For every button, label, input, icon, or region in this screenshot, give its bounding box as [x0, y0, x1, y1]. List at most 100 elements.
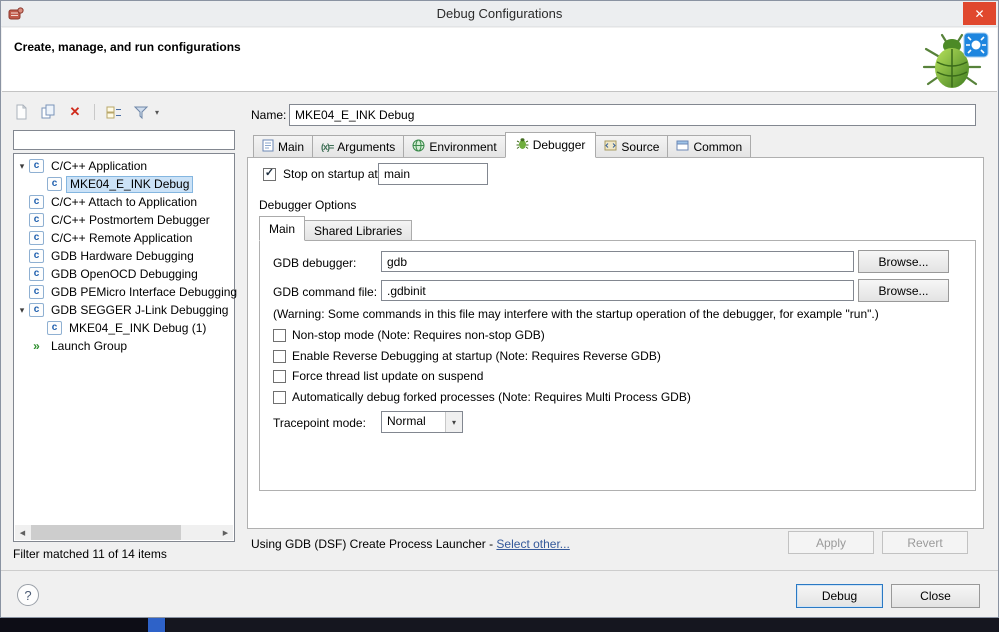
- stop-on-startup-checkbox[interactable]: ✓: [263, 168, 276, 181]
- c-application-icon: c: [29, 285, 44, 299]
- tab-environment[interactable]: Environment: [403, 135, 506, 158]
- page-title: Create, manage, and run configurations: [14, 40, 241, 54]
- tree-item-gdb-segger-jlink[interactable]: ▾ c GDB SEGGER J-Link Debugging: [15, 301, 233, 319]
- titlebar: Debug Configurations ✕: [1, 1, 998, 27]
- stop-on-startup-input[interactable]: [378, 163, 488, 185]
- c-application-icon: c: [29, 231, 44, 245]
- tree-item-gdb-openocd[interactable]: c GDB OpenOCD Debugging: [15, 265, 233, 283]
- arguments-tab-icon: (x)=: [321, 141, 334, 152]
- expander-icon[interactable]: ▾: [15, 161, 29, 172]
- non-stop-mode-label: Non-stop mode (Note: Requires non-stop G…: [292, 328, 545, 342]
- toolbar-separator: [94, 104, 95, 120]
- tab-arguments[interactable]: (x)= Arguments: [312, 135, 405, 158]
- c-application-icon: c: [29, 195, 44, 209]
- tab-bar: Main (x)= Arguments Environment Debugger…: [253, 132, 752, 158]
- reverse-debugging-label: Enable Reverse Debugging at startup (Not…: [292, 349, 661, 363]
- c-application-icon: c: [29, 159, 44, 173]
- gdb-debugger-label: GDB debugger:: [273, 256, 357, 270]
- name-label: Name:: [251, 108, 287, 122]
- debugger-tab-icon: [516, 137, 529, 153]
- horizontal-scrollbar[interactable]: ◀ ▶: [15, 525, 233, 540]
- configurations-toolbar: ✕ ▾: [11, 100, 159, 124]
- common-tab-icon: [676, 139, 689, 155]
- footer-divider: [1, 570, 998, 571]
- configurations-tree: ▾ c C/C++ Application c MKE04_E_INK Debu…: [13, 153, 237, 542]
- tracepoint-mode-select[interactable]: Normal ▾: [381, 411, 463, 433]
- debugger-options-title: Debugger Options: [259, 198, 357, 212]
- c-application-icon: c: [29, 267, 44, 281]
- taskbar-item: [148, 618, 165, 632]
- duplicate-configuration-icon[interactable]: [38, 102, 58, 122]
- tree-item-mke04-e-ink-debug-1[interactable]: c MKE04_E_INK Debug (1): [15, 319, 233, 337]
- collapse-all-icon[interactable]: [104, 102, 124, 122]
- debug-forked-processes-label: Automatically debug forked processes (No…: [292, 390, 691, 404]
- c-application-icon: c: [47, 177, 62, 191]
- new-configuration-icon[interactable]: [11, 102, 31, 122]
- launcher-text: Using GDB (DSF) Create Process Launcher …: [251, 537, 497, 551]
- taskbar-sliver: [0, 618, 999, 632]
- help-icon[interactable]: ?: [17, 584, 39, 606]
- source-tab-icon: [604, 139, 617, 155]
- debug-forked-processes-checkbox[interactable]: [273, 391, 286, 404]
- launcher-info: Using GDB (DSF) Create Process Launcher …: [251, 537, 570, 551]
- tree-item-cpp-postmortem[interactable]: c C/C++ Postmortem Debugger: [15, 211, 233, 229]
- debugger-options-subtabs: Main Shared Libraries: [259, 216, 413, 241]
- browse-gdb-debugger-button[interactable]: Browse...: [858, 250, 949, 273]
- tree-item-mke04-e-ink-debug[interactable]: c MKE04_E_INK Debug: [15, 175, 233, 193]
- debugger-options-panel: [259, 240, 976, 491]
- apply-button[interactable]: Apply: [788, 531, 874, 554]
- tracepoint-mode-label: Tracepoint mode:: [273, 416, 366, 430]
- reverse-debugging-checkbox[interactable]: [273, 350, 286, 363]
- subtab-main[interactable]: Main: [259, 216, 306, 241]
- c-application-icon: c: [29, 303, 44, 317]
- header-banner: Create, manage, and run configurations: [2, 28, 997, 92]
- c-application-icon: c: [47, 321, 62, 335]
- tree-item-cpp-application[interactable]: ▾ c C/C++ Application: [15, 157, 233, 175]
- filter-status: Filter matched 11 of 14 items: [13, 547, 167, 561]
- close-button[interactable]: Close: [891, 584, 980, 608]
- tree-item-launch-group[interactable]: » Launch Group: [15, 337, 233, 355]
- gdbinit-warning-text: (Warning: Some commands in this file may…: [273, 307, 879, 321]
- tab-source[interactable]: Source: [595, 135, 669, 158]
- select-other-link[interactable]: Select other...: [496, 537, 569, 551]
- window-title: Debug Configurations: [436, 6, 563, 21]
- gdb-debugger-input[interactable]: [381, 251, 854, 272]
- debug-bug-logo-icon: [921, 31, 989, 94]
- screen: Debug Configurations ✕ Create, manage, a…: [0, 0, 999, 632]
- chevron-down-icon: ▾: [445, 412, 462, 432]
- tree-item-gdb-pemicro[interactable]: c GDB PEMicro Interface Debugging: [15, 283, 237, 301]
- scroll-left-icon[interactable]: ◀: [15, 525, 30, 540]
- c-application-icon: c: [29, 249, 44, 263]
- close-icon[interactable]: ✕: [963, 2, 996, 25]
- environment-tab-icon: [412, 139, 425, 155]
- browse-gdb-command-file-button[interactable]: Browse...: [858, 279, 949, 302]
- scrollbar-thumb[interactable]: [31, 525, 181, 540]
- non-stop-mode-checkbox[interactable]: [273, 329, 286, 342]
- scroll-right-icon[interactable]: ▶: [218, 525, 233, 540]
- debug-button[interactable]: Debug: [796, 584, 883, 608]
- delete-configuration-icon[interactable]: ✕: [65, 102, 85, 122]
- tab-common[interactable]: Common: [667, 135, 752, 158]
- filter-menu-arrow-icon[interactable]: ▾: [155, 108, 159, 117]
- tree-item-cpp-remote[interactable]: c C/C++ Remote Application: [15, 229, 233, 247]
- subtab-shared-libraries[interactable]: Shared Libraries: [304, 220, 413, 241]
- tree-item-cpp-attach[interactable]: c C/C++ Attach to Application: [15, 193, 233, 211]
- tab-main[interactable]: Main: [253, 135, 314, 158]
- stop-on-startup-label: Stop on startup at:: [283, 167, 382, 181]
- configuration-name-input[interactable]: [289, 104, 976, 126]
- tab-debugger[interactable]: Debugger: [504, 132, 597, 158]
- checkmark-icon: ✓: [264, 167, 275, 179]
- revert-button[interactable]: Revert: [882, 531, 968, 554]
- filter-input[interactable]: [13, 130, 235, 150]
- expander-icon[interactable]: ▾: [15, 305, 29, 316]
- c-application-icon: c: [29, 213, 44, 227]
- tree-item-gdb-hardware[interactable]: c GDB Hardware Debugging: [15, 247, 233, 265]
- debug-configurations-dialog: Debug Configurations ✕ Create, manage, a…: [0, 0, 999, 618]
- filter-configurations-icon[interactable]: [131, 102, 151, 122]
- gdb-command-file-label: GDB command file:: [273, 285, 378, 299]
- force-thread-list-checkbox[interactable]: [273, 370, 286, 383]
- launch-group-icon: »: [33, 339, 40, 353]
- main-tab-icon: [262, 139, 274, 155]
- gdb-command-file-input[interactable]: [381, 280, 854, 301]
- force-thread-list-label: Force thread list update on suspend: [292, 369, 484, 383]
